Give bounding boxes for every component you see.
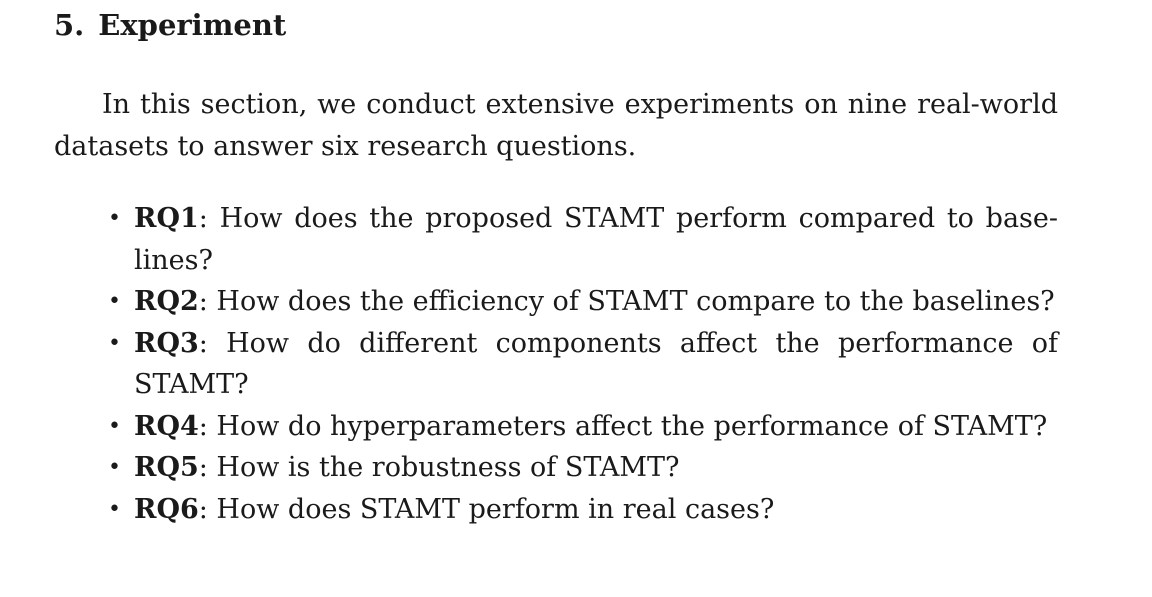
list-item: • RQ3: How do different components affec… (54, 323, 1058, 406)
rq-text: : How do hyperparameters affect the perf… (198, 410, 1048, 442)
bullet-icon: • (108, 455, 121, 480)
bullet-icon: • (108, 289, 121, 314)
list-item: • RQ4: How do hyperparameters affect the… (54, 406, 1058, 448)
rq-id: RQ4 (134, 410, 199, 442)
rq-id: RQ5 (134, 452, 199, 483)
bullet-icon: • (108, 496, 121, 522)
intro-paragraph: In this section, we conduct extensive ex… (54, 89, 1058, 162)
rq-id: RQ1 (134, 203, 199, 234)
list-item: • RQ5: How is the robustness of STAMT? (54, 447, 1058, 489)
rq-text: : How does the proposed STAMT perform co… (134, 203, 1058, 276)
bullet-icon: • (108, 413, 121, 439)
rq-text: : How does STAMT perform in real cases? (198, 493, 775, 525)
bullet-icon: • (108, 206, 121, 231)
research-questions-list: • RQ1: How does the proposed STAMT perfo… (54, 198, 1058, 530)
rq-id: RQ6 (134, 493, 199, 525)
section-number: 5. (54, 8, 85, 42)
rq-text: : How do different components affect the… (134, 327, 1058, 401)
rq-id: RQ3 (134, 327, 199, 359)
rq-text: : How does the efficiency of STAMT compa… (198, 286, 1055, 317)
section-heading: 5. Experiment (54, 6, 286, 44)
list-item: • RQ6: How does STAMT perform in real ca… (54, 489, 1058, 531)
rq-text: : How is the robustness of STAMT? (198, 452, 680, 483)
section-title: Experiment (98, 8, 287, 42)
bullet-icon: • (108, 330, 121, 356)
list-item: • RQ1: How does the proposed STAMT perfo… (54, 198, 1058, 281)
rq-id: RQ2 (134, 286, 199, 317)
list-item: • RQ2: How does the efficiency of STAMT … (54, 281, 1058, 323)
